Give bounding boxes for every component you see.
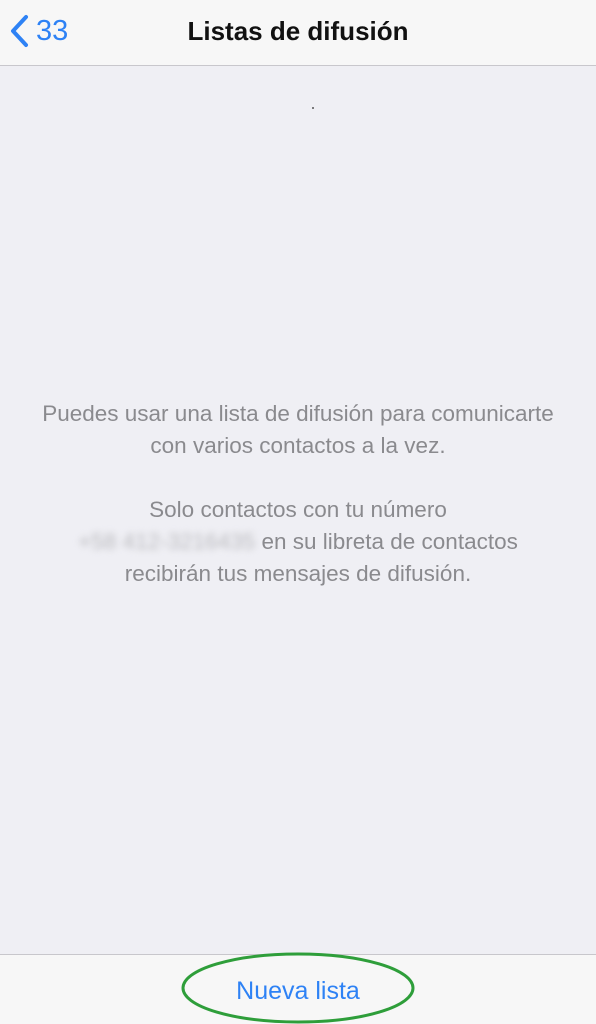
page-title: Listas de difusión: [187, 16, 409, 46]
broadcast-visibility-text: Solo contactos con tu número +58 412-3216…: [40, 494, 556, 590]
visibility-text-prefix: Solo contactos con tu número: [149, 497, 447, 522]
broadcast-info-text: Puedes usar una lista de difusión para c…: [42, 401, 554, 458]
broadcast-lists-screen: 33 Listas de difusión Puedes usar una li…: [0, 0, 596, 954]
navigation-bar: 33 Listas de difusión: [0, 0, 596, 66]
new-list-button[interactable]: Nueva lista: [0, 975, 596, 1007]
bottom-toolbar: Nueva lista: [0, 954, 596, 1024]
stray-dot: [312, 107, 314, 109]
phone-number: +58 412-3216435: [78, 529, 256, 554]
